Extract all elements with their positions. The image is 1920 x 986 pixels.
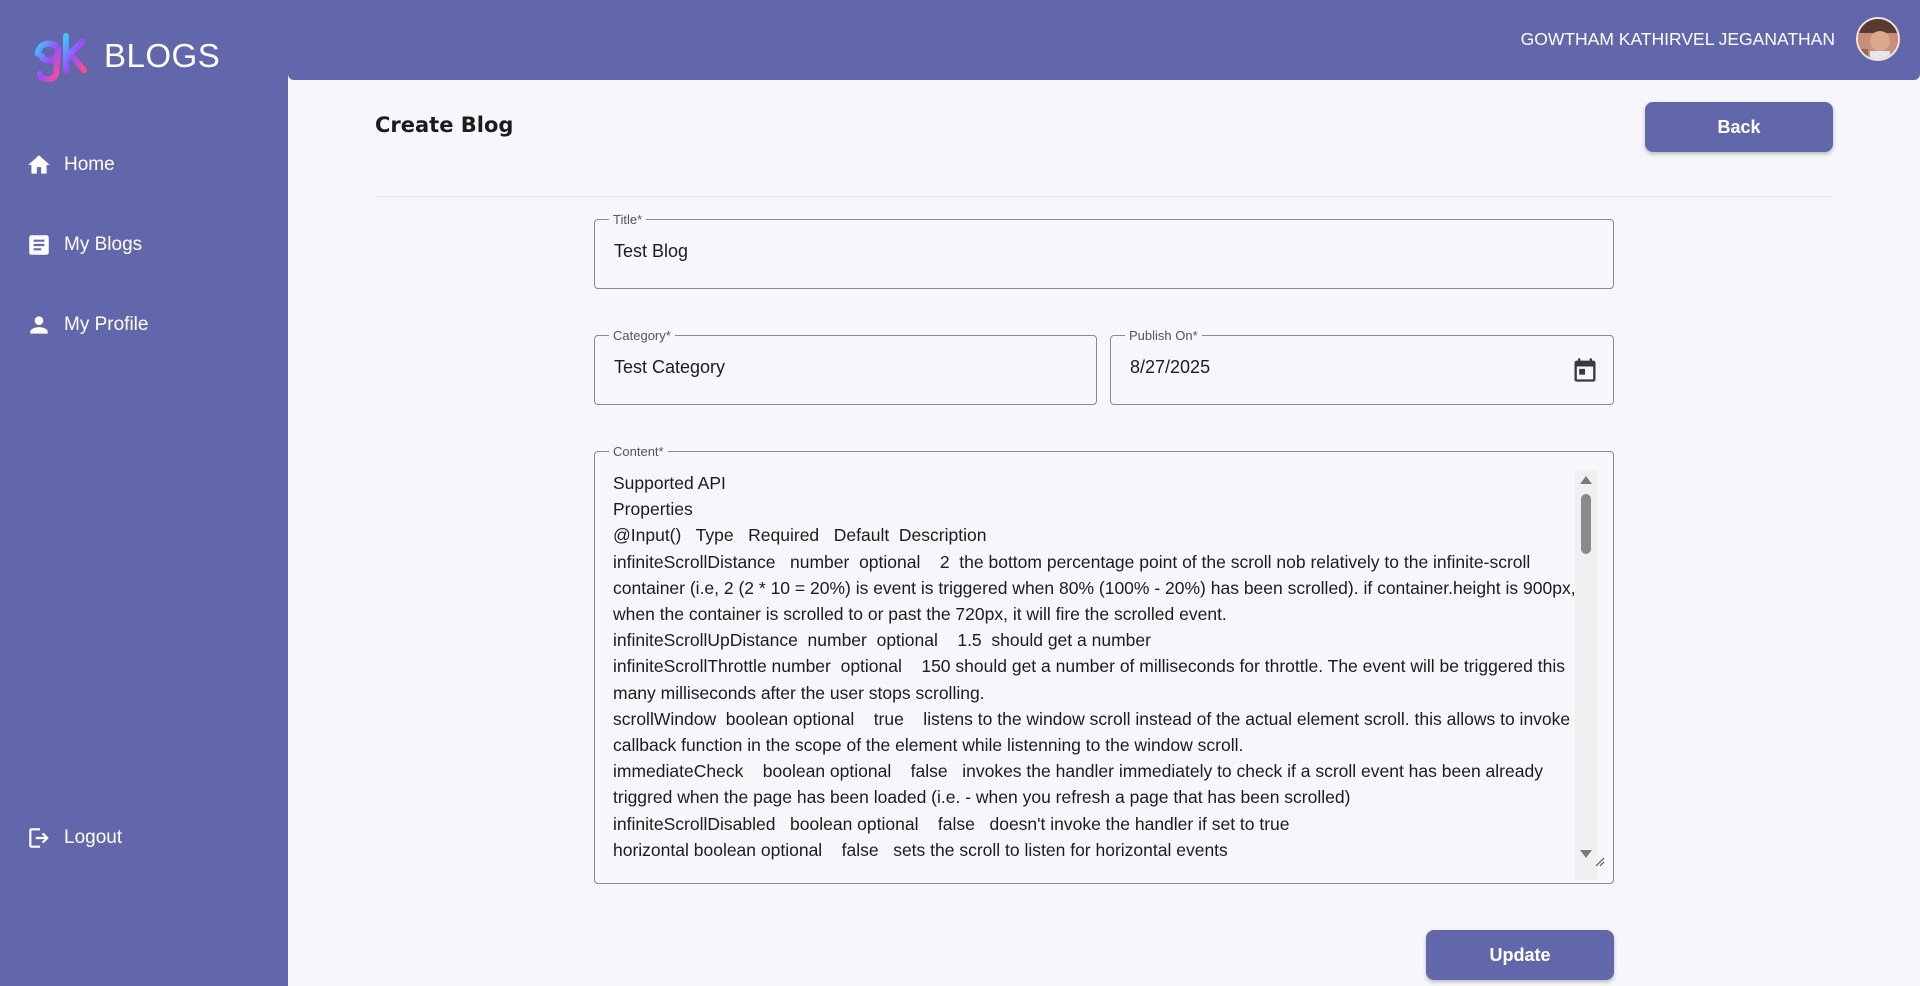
home-icon — [28, 155, 50, 174]
sidebar-item-home[interactable]: Home — [26, 152, 115, 178]
sidebar-item-my-blogs[interactable]: My Blogs — [26, 232, 142, 258]
person-icon — [30, 316, 48, 334]
sidebar-item-my-profile[interactable]: My Profile — [26, 312, 148, 338]
publish-date-field[interactable]: Publish On* 8/27/2025 — [1110, 328, 1614, 405]
sidebar-item-label: My Blogs — [64, 234, 143, 255]
publish-date-label: Publish On* — [1125, 328, 1202, 343]
title-field[interactable]: Title* Test Blog — [594, 212, 1614, 289]
logout-icon — [29, 828, 49, 848]
logout-button[interactable]: Logout — [26, 825, 122, 851]
avatar-image — [1858, 19, 1898, 59]
calendar-icon[interactable] — [1571, 356, 1599, 384]
content-field-label: Content* — [609, 444, 668, 459]
sidebar: BLOGS Home My Blogs My Profile Logout — [0, 0, 288, 986]
sidebar-item-label: My Profile — [64, 314, 149, 335]
logo-icon — [35, 33, 87, 82]
page-title: Create Blog — [375, 113, 514, 137]
user-name: GOWTHAM KATHIRVEL JEGANATHAN — [1520, 29, 1835, 49]
publish-date-value[interactable]: 8/27/2025 — [1130, 357, 1210, 378]
scroll-down-icon[interactable] — [1580, 850, 1592, 858]
category-field-label: Category* — [609, 328, 675, 343]
sidebar-item-label: Home — [64, 154, 115, 175]
back-button[interactable]: Back — [1645, 102, 1833, 152]
brand[interactable]: BLOGS — [30, 30, 220, 82]
top-header: GOWTHAM KATHIRVEL JEGANATHAN — [288, 0, 1920, 80]
scroll-thumb[interactable] — [1581, 494, 1591, 554]
divider — [375, 196, 1833, 197]
content-scrollbar[interactable] — [1575, 470, 1597, 880]
resize-grip-icon[interactable] — [1593, 855, 1605, 867]
category-field-value[interactable]: Test Category — [614, 357, 725, 378]
category-field[interactable]: Category* Test Category — [594, 328, 1097, 405]
logout-label: Logout — [64, 827, 123, 848]
avatar[interactable] — [1856, 17, 1900, 61]
content-textarea[interactable]: Supported API Properties @Input() Type R… — [613, 470, 1585, 870]
title-field-label: Title* — [609, 212, 647, 227]
update-button[interactable]: Update — [1426, 930, 1614, 980]
title-field-value[interactable]: Test Blog — [614, 241, 688, 262]
content-field[interactable]: Content* Supported API Properties @Input… — [594, 444, 1614, 884]
article-icon — [29, 235, 49, 255]
scroll-up-icon[interactable] — [1580, 476, 1592, 484]
brand-title: BLOGS — [104, 37, 221, 74]
